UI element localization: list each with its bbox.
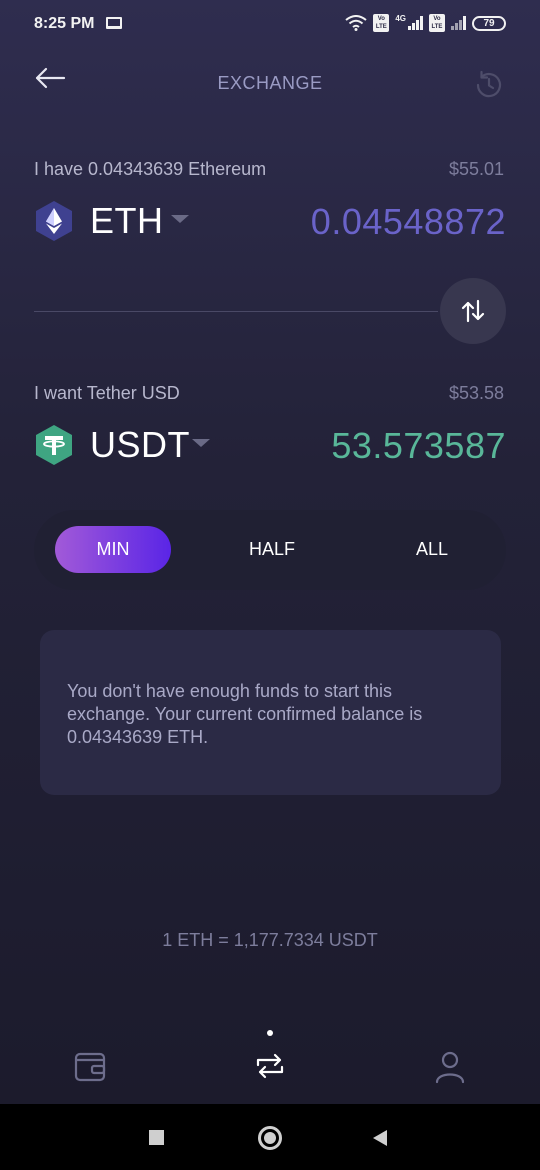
to-fiat-value: $53.58 bbox=[448, 383, 504, 403]
screen-cast-icon bbox=[106, 17, 122, 29]
volte-badge-2: Vo LTE bbox=[429, 14, 445, 32]
amount-preset-selector: MIN HALF ALL bbox=[34, 510, 506, 590]
from-fiat-value: $55.01 bbox=[448, 159, 504, 179]
system-nav-bar bbox=[0, 1104, 540, 1170]
swap-button[interactable] bbox=[440, 278, 506, 344]
active-indicator bbox=[267, 1030, 273, 1036]
wallet-icon[interactable] bbox=[70, 1046, 110, 1086]
volte-badge: Vo LTE bbox=[373, 14, 390, 32]
min-button[interactable]: MIN bbox=[55, 526, 171, 573]
from-dropdown-caret-icon[interactable] bbox=[171, 215, 189, 223]
exchange-rate: 1 ETH = 1,177.7334 USDT bbox=[162, 930, 378, 950]
ethereum-icon bbox=[36, 201, 72, 241]
page-title: EXCHANGE bbox=[217, 73, 323, 93]
wifi-icon bbox=[345, 15, 367, 31]
to-label: I want Tether USD bbox=[34, 383, 180, 403]
signal-icon-2 bbox=[451, 16, 466, 30]
profile-icon[interactable] bbox=[430, 1046, 470, 1086]
network-type: 4G bbox=[395, 14, 406, 23]
to-dropdown-caret-icon[interactable] bbox=[192, 439, 210, 447]
notice-text: You don't have enough funds to start thi… bbox=[67, 681, 423, 747]
bottom-nav bbox=[0, 1020, 540, 1104]
tether-icon bbox=[36, 425, 72, 465]
to-ticker[interactable]: USDT bbox=[90, 424, 190, 466]
recents-button[interactable] bbox=[149, 1130, 164, 1145]
back-button[interactable] bbox=[371, 1129, 389, 1147]
from-amount-input[interactable]: 0.04548872 bbox=[311, 201, 506, 243]
signal-icon bbox=[408, 16, 423, 30]
status-time: 8:25 PM bbox=[34, 15, 95, 32]
header: EXCHANGE bbox=[0, 60, 540, 106]
status-icons: Vo LTE 4G Vo LTE 79 bbox=[345, 14, 506, 32]
insufficient-funds-notice: You don't have enough funds to start thi… bbox=[40, 630, 501, 795]
history-icon[interactable] bbox=[472, 68, 506, 102]
from-label: I have 0.04343639 Ethereum bbox=[34, 159, 267, 179]
half-button[interactable]: HALF bbox=[214, 526, 330, 573]
status-bar: 8:25 PM Vo LTE 4G Vo LTE 79 bbox=[0, 0, 540, 48]
to-amount-value[interactable]: 53.573587 bbox=[331, 425, 506, 467]
divider bbox=[34, 311, 438, 312]
exchange-icon[interactable] bbox=[250, 1046, 290, 1086]
swap-icon bbox=[461, 299, 485, 323]
all-button[interactable]: ALL bbox=[374, 526, 490, 573]
battery-icon: 79 bbox=[472, 15, 506, 31]
home-button[interactable] bbox=[258, 1126, 282, 1150]
from-ticker[interactable]: ETH bbox=[90, 200, 164, 242]
